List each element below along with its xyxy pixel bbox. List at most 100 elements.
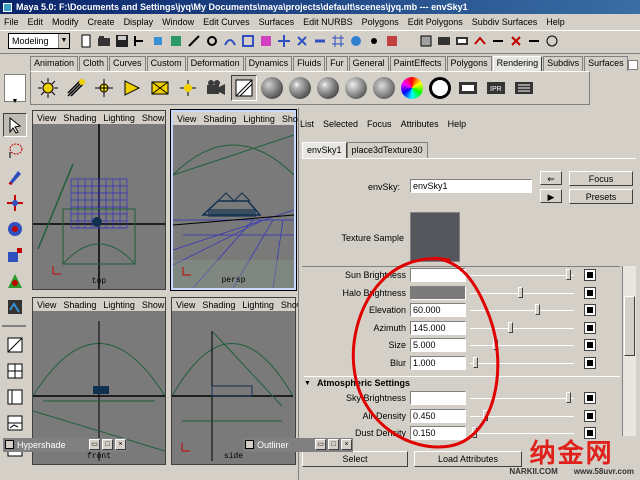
map-texture-button[interactable]	[584, 339, 596, 351]
input-ops-icon[interactable]	[490, 33, 506, 49]
vp-persp-menu-lighting[interactable]: Lighting	[243, 114, 275, 124]
select-tool-icon[interactable]	[3, 113, 27, 137]
shelf-tab-fur[interactable]: Fur	[326, 56, 348, 71]
joint-mask-icon[interactable]	[204, 33, 220, 49]
ae-scrollbar-thumb[interactable]	[624, 296, 635, 356]
slider-handle[interactable]	[566, 269, 571, 280]
area-light-icon[interactable]	[147, 75, 173, 101]
move-tool-icon[interactable]	[3, 191, 27, 215]
vp-front-menu-show[interactable]: Show	[142, 300, 165, 310]
batch-render-icon[interactable]	[511, 75, 537, 101]
shelf-tab-deformation[interactable]: Deformation	[186, 56, 244, 71]
vp-front-menu-lighting[interactable]: Lighting	[103, 300, 135, 310]
shelf-tab-polygons[interactable]: Polygons	[446, 56, 492, 71]
vp-top-menu-show[interactable]: Show	[142, 113, 165, 123]
phong-shader-icon[interactable]	[315, 75, 341, 101]
layout-persp-graph-icon[interactable]	[3, 411, 27, 435]
new-scene-icon[interactable]	[78, 33, 94, 49]
shelf-tab-animation[interactable]: Animation	[30, 56, 79, 71]
maximize-icon[interactable]: □	[328, 439, 339, 450]
input-output-icon[interactable]	[472, 33, 488, 49]
vp-front-menu-shading[interactable]: Shading	[63, 300, 96, 310]
vp-side-menu-lighting[interactable]: Lighting	[242, 300, 274, 310]
minimize-icon[interactable]: ▭	[89, 439, 100, 450]
menu-surfaces[interactable]: Surfaces	[259, 17, 295, 27]
shelf-tab-dynamics[interactable]: Dynamics	[244, 56, 293, 71]
ramp-shader-icon[interactable]	[399, 75, 425, 101]
dynamics-mask-icon[interactable]	[276, 33, 292, 49]
snap-view-plane-icon[interactable]	[384, 33, 400, 49]
slider-handle[interactable]	[566, 392, 571, 403]
camera-icon[interactable]	[203, 75, 229, 101]
slider-handle[interactable]	[518, 286, 523, 298]
blinn-shader-icon[interactable]	[287, 75, 313, 101]
map-texture-button[interactable]	[584, 392, 596, 404]
ae-tab-envsky1[interactable]: envSky1	[302, 142, 347, 158]
ae-menu-focus[interactable]: Focus	[367, 119, 392, 129]
ae-scrollbar[interactable]	[622, 266, 636, 436]
handle-mask-icon[interactable]	[186, 33, 202, 49]
volume-light-icon[interactable]	[175, 75, 201, 101]
shelf-tab-rendering[interactable]: Rendering	[492, 56, 543, 71]
ae-menu-attributes[interactable]: Attributes	[401, 119, 439, 129]
paint-select-tool-icon[interactable]	[3, 165, 27, 189]
menu-file[interactable]: File	[4, 17, 19, 27]
map-texture-button[interactable]	[584, 356, 596, 369]
ae-menu-help[interactable]: Help	[448, 119, 467, 129]
layout-persp-outliner-icon[interactable]	[3, 385, 27, 409]
shelf-tab-subdivs[interactable]: Subdivs	[543, 56, 584, 71]
output-ops-icon[interactable]	[508, 33, 524, 49]
rotate-tool-icon[interactable]	[3, 217, 27, 241]
layout-single-pane-icon[interactable]	[3, 333, 27, 357]
shelf-tab-painteffects[interactable]: PaintEffects	[389, 56, 446, 71]
ae-tab-place3dtexture30[interactable]: place3dTexture30	[346, 142, 428, 158]
vp-side-menu-shading[interactable]: Shading	[202, 300, 235, 310]
scale-tool-icon[interactable]	[3, 243, 27, 267]
ae-menu-list[interactable]: List	[300, 119, 314, 129]
menu-modify[interactable]: Modify	[52, 17, 79, 27]
ipr-render-icon[interactable]	[454, 33, 470, 49]
go-to-input-button[interactable]: ⇐	[540, 171, 562, 185]
focus-button[interactable]: Focus	[569, 171, 633, 186]
menu-subdiv-surfaces[interactable]: Subdiv Surfaces	[472, 17, 538, 27]
point-light-icon[interactable]	[91, 75, 117, 101]
shelf-tab-fluids[interactable]: Fluids	[293, 56, 326, 71]
chevron-down-icon[interactable]: ▼	[58, 34, 69, 48]
snap-curve-icon[interactable]	[348, 33, 364, 49]
shelf-menu-arrow[interactable]: ▼	[4, 98, 26, 106]
surface-mask-icon[interactable]	[240, 33, 256, 49]
vp-persp-menu-shading[interactable]: Shading	[203, 114, 236, 124]
snap-grid-icon[interactable]	[330, 33, 346, 49]
curve-mask-icon[interactable]	[222, 33, 238, 49]
hypershade-window[interactable]: Hypershade ▭ □ ×	[3, 438, 127, 452]
phonge-shader-icon[interactable]	[343, 75, 369, 101]
map-texture-button[interactable]	[584, 321, 596, 334]
deform-mask-icon[interactable]	[258, 33, 274, 49]
menu-create[interactable]: Create	[88, 17, 115, 27]
ipr-render-current-frame-icon[interactable]: IPR	[483, 75, 509, 101]
outliner-window[interactable]: Outliner ▭ □ ×	[243, 438, 353, 452]
misc-mask-icon[interactable]	[312, 33, 328, 49]
menu-edit-polygons[interactable]: Edit Polygons	[408, 17, 463, 27]
history-icon[interactable]	[418, 33, 434, 49]
menu-edit-nurbs[interactable]: Edit NURBS	[303, 17, 353, 27]
menu-edit[interactable]: Edit	[28, 17, 44, 27]
manipulator-tool-icon[interactable]	[3, 269, 27, 293]
go-to-output-button[interactable]: ▶	[540, 189, 562, 203]
menu-polygons[interactable]: Polygons	[362, 17, 399, 27]
select-component-icon[interactable]	[168, 33, 184, 49]
vp-top-menu-view[interactable]: View	[37, 113, 56, 123]
map-texture-button[interactable]	[584, 409, 596, 422]
shelf-collapse-arrow[interactable]	[628, 60, 638, 70]
lambert-shader-icon[interactable]	[259, 75, 285, 101]
layered-shader-icon[interactable]	[427, 75, 453, 101]
shelf-tab-curves[interactable]: Curves	[109, 56, 146, 71]
render-view-icon[interactable]	[436, 33, 452, 49]
menu-edit-curves[interactable]: Edit Curves	[203, 17, 250, 27]
render-current-frame-icon[interactable]	[455, 75, 481, 101]
snap-point-icon[interactable]	[366, 33, 382, 49]
anisotropic-shader-icon[interactable]	[371, 75, 397, 101]
soft-selection-icon[interactable]	[544, 33, 560, 49]
spot-light-icon[interactable]	[119, 75, 145, 101]
open-scene-icon[interactable]	[96, 33, 112, 49]
